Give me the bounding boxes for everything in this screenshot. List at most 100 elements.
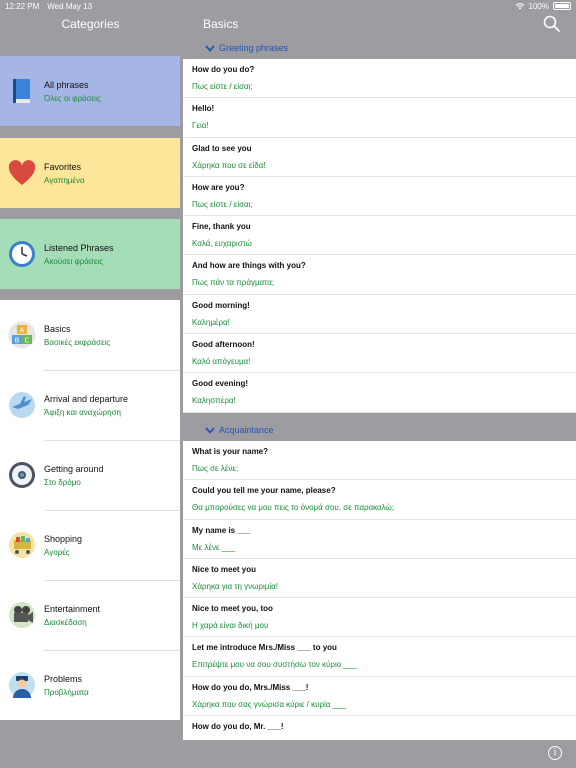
category-translation: Διασκέδαση: [44, 617, 87, 627]
category-problems[interactable]: Problems Προβλήματα: [0, 650, 180, 720]
svg-text:B: B: [15, 337, 20, 345]
search-icon[interactable]: [542, 14, 562, 34]
category-sidebar: All phrases Όλες οι φράσεις Favorites Αγ…: [0, 56, 180, 720]
phrase-english: Glad to see you: [192, 143, 252, 153]
wifi-icon: [515, 3, 524, 10]
phrase-greek: Με λένε ___: [192, 542, 236, 552]
info-icon: i: [553, 748, 557, 758]
phrase-english: Fine, thank you: [192, 222, 251, 232]
phrase-greek: Χάρηκα που σας γνώρισα κύριε / κυρία ___: [192, 699, 346, 709]
category-getting-around[interactable]: Getting around Στο δρόμο: [0, 440, 180, 510]
phrase-row[interactable]: Glad to see you Χάρηκα που σε είδα!: [183, 137, 576, 177]
status-date: Wed May 13: [47, 1, 93, 11]
shopping-cart-icon: [8, 531, 36, 559]
phrase-english: Nice to meet you: [192, 564, 257, 574]
detail-title: Basics: [203, 17, 239, 31]
category-label: Entertainment: [44, 603, 101, 614]
phrase-greek: Επιτρέψτε μου να σου συστήσω τον κύριο _…: [192, 660, 357, 670]
phrase-list-greeting: How do you do? Πως είστε / είσαι; Hello! Γ…: [183, 59, 576, 413]
phrase-english: Good afternoon!: [192, 340, 255, 350]
phrase-greek: Χάρηκα που σε είδα!: [192, 160, 266, 170]
phrase-row[interactable]: Good afternoon! Καλό απόγευμα!: [183, 334, 576, 374]
phrase-row[interactable]: Nice to meet you Χάρηκα για τη γνωριμία!: [183, 558, 576, 599]
phrase-english: How do you do, Mr. ___!: [192, 722, 284, 732]
category-translation: Στο δρόμο: [44, 477, 81, 487]
section-title: Acquaintance: [219, 425, 274, 435]
phrase-english: And how are things with you?: [192, 261, 306, 271]
phrase-english: Could you tell me your name, please?: [192, 486, 336, 496]
heart-icon: [8, 159, 36, 187]
phrase-row[interactable]: What is your name? Πως σε λένε;: [183, 441, 576, 481]
category-listened-phrases[interactable]: Listened Phrases Ακούσει φράσεις: [0, 219, 180, 289]
phrase-english: What is your name?: [192, 447, 269, 456]
category-label: Listened Phrases: [44, 242, 114, 253]
phrase-row[interactable]: Hello! Γεια!: [183, 98, 576, 138]
category-label: Problems: [44, 673, 83, 684]
phrase-row[interactable]: And how are things with you? Πως πάν τα π…: [183, 255, 576, 295]
chevron-down-icon: [205, 44, 215, 52]
phrase-greek: Καλό απόγευμα!: [192, 357, 251, 367]
phrase-english: Good evening!: [192, 379, 248, 389]
category-favorites[interactable]: Favorites Αγαπημένα: [0, 138, 180, 208]
section-header-greeting[interactable]: Greeting phrases: [183, 37, 576, 59]
svg-text:C: C: [25, 337, 30, 345]
section-title: Greeting phrases: [219, 43, 289, 53]
phrase-english: Let me introduce Mrs./Miss ___ to you: [192, 643, 337, 653]
phrase-row[interactable]: Nice to meet you, too Η χαρά είναι δική μ…: [183, 598, 576, 638]
category-translation: Όλες οι φράσεις: [44, 93, 101, 103]
phrase-english: How are you?: [192, 182, 245, 192]
phrase-greek: Πως πάν τα πράγματα;: [192, 278, 275, 288]
steering-wheel-icon: [8, 461, 36, 489]
phrase-greek: Καλά, ευχαριστώ: [192, 239, 252, 249]
phrase-row[interactable]: How are you? Πως είστε / είσαι;: [183, 176, 576, 217]
category-label: Getting around: [44, 463, 104, 474]
category-label: Favorites: [44, 161, 82, 172]
section-header-acquaintance[interactable]: Acquaintance: [183, 419, 576, 441]
category-translation: Προβλήματα: [44, 687, 89, 697]
categories-title: Categories: [61, 17, 120, 31]
category-all-phrases[interactable]: All phrases Όλες οι φράσεις: [0, 56, 180, 126]
category-label: Basics: [44, 323, 71, 334]
chevron-down-icon: [205, 426, 215, 434]
phrase-greek: Πως είστε / είσαι;: [192, 199, 253, 209]
phrase-row[interactable]: How do you do, Mrs./Miss ___! Χάρηκα που …: [183, 676, 576, 717]
phrase-row[interactable]: My name is ___ Με λένε ___: [183, 519, 576, 559]
battery-percent: 100%: [528, 1, 549, 11]
phrase-row[interactable]: Good morning! Καλημέρα!: [183, 294, 576, 335]
info-button[interactable]: i: [548, 746, 562, 760]
phrase-english: How do you do?: [192, 65, 255, 74]
phrase-greek: Χάρηκα για τη γνωριμία!: [192, 581, 278, 591]
category-label: Shopping: [44, 533, 83, 544]
clock-icon: [8, 240, 36, 268]
phrase-greek: Πως είστε / είσαι;: [192, 82, 253, 91]
phrase-row[interactable]: Good evening! Καλησπέρα!: [183, 373, 576, 413]
category-arrival-departure[interactable]: Arrival and departure Άφιξη και αναχώρησ…: [0, 370, 180, 440]
category-basics[interactable]: A B C Basics Βασικές εκφράσεις: [0, 300, 180, 370]
phrase-greek: Καλησπέρα!: [192, 396, 236, 406]
category-entertainment[interactable]: Entertainment Διασκέδαση: [0, 580, 180, 650]
abc-blocks-icon: A B C: [8, 321, 36, 349]
phrase-row[interactable]: Could you tell me your name, please? Θα μ…: [183, 480, 576, 520]
phrase-greek: Γεια!: [192, 121, 209, 131]
phrase-row[interactable]: How do you do, Mr. ___!: [183, 716, 576, 740]
category-label: Arrival and departure: [44, 393, 129, 404]
category-translation: Άφιξη και αναχώρηση: [44, 407, 121, 417]
airplane-globe-icon: [8, 391, 36, 419]
phrase-greek: Θα μπορούσες να μου πεις το όνομά σου, σ…: [192, 503, 395, 513]
category-translation: Βασικές εκφράσεις: [44, 337, 111, 347]
battery-icon: [553, 2, 571, 10]
phrase-greek: Πως σε λένε;: [192, 464, 239, 473]
category-label: All phrases: [44, 79, 89, 90]
category-shopping[interactable]: Shopping Αγορές: [0, 510, 180, 580]
phrase-row[interactable]: Let me introduce Mrs./Miss ___ to you Επι…: [183, 637, 576, 677]
category-translation: Αγορές: [44, 547, 70, 557]
phrase-row[interactable]: How do you do? Πως είστε / είσαι;: [183, 59, 576, 99]
phrase-list-acquaintance: What is your name? Πως σε λένε; Could you…: [183, 441, 576, 740]
movie-camera-icon: [8, 601, 36, 629]
phrase-english: Hello!: [192, 104, 215, 114]
phrase-row[interactable]: Fine, thank you Καλά, ευχαριστώ: [183, 216, 576, 256]
phrase-english: Good morning!: [192, 300, 250, 310]
category-translation: Ακούσει φράσεις: [44, 256, 104, 266]
phrase-english: How do you do, Mrs./Miss ___!: [192, 682, 309, 692]
police-officer-icon: [8, 671, 36, 699]
